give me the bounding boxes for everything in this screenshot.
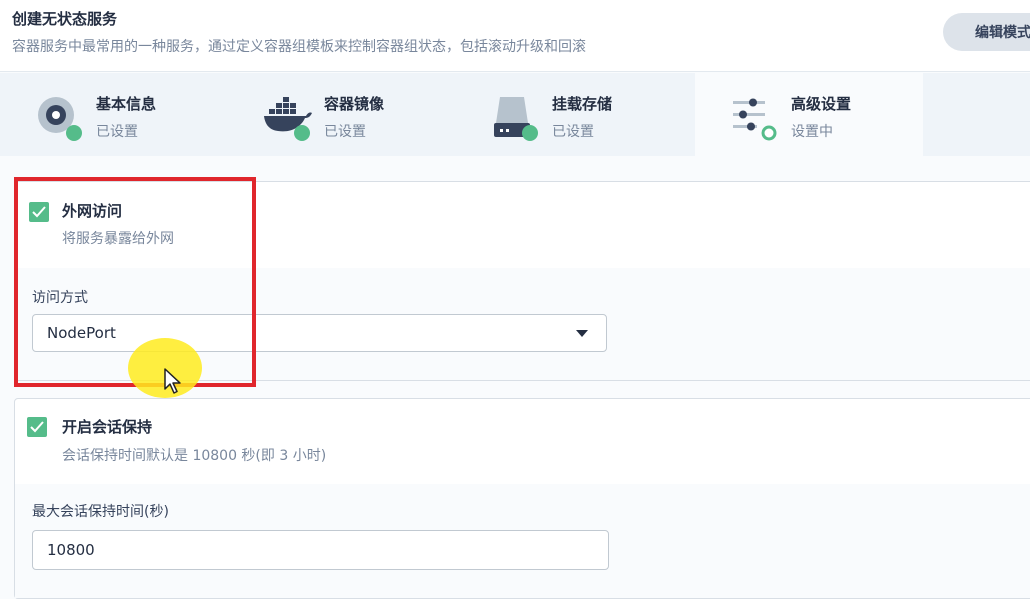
- step-title: 容器镜像: [324, 95, 385, 113]
- page-title: 创建无状态服务: [12, 10, 118, 28]
- step-title: 基本信息: [96, 95, 157, 113]
- storage-drive-icon: [492, 93, 540, 141]
- step-status: 已设置: [96, 124, 138, 140]
- step-status: 已设置: [552, 124, 594, 140]
- edit-mode-button[interactable]: 编辑模式: [943, 13, 1030, 51]
- step-advanced-settings[interactable]: 高级设置 设置中: [695, 73, 923, 156]
- page-header: 创建无状态服务 容器服务中最常用的一种服务，通过定义容器组模板来控制容器组状态，…: [0, 0, 1030, 72]
- step-title: 高级设置: [791, 95, 852, 113]
- max-session-time-input[interactable]: [32, 530, 609, 570]
- mouse-pointer-icon: [164, 368, 182, 398]
- session-affinity-card: 开启会话保持 会话保持时间默认是 10800 秒(即 3 小时) 最大会话保持时…: [14, 398, 1030, 599]
- step-title: 挂载存储: [552, 95, 613, 113]
- disk-icon: [36, 93, 84, 141]
- max-session-time-label: 最大会话保持时间(秒): [32, 504, 169, 520]
- page-description: 容器服务中最常用的一种服务，通过定义容器组模板来控制容器组状态，包括滚动升级和回…: [12, 39, 586, 55]
- sliders-icon: [731, 93, 779, 141]
- docker-whale-icon: [264, 93, 312, 141]
- step-status: 已设置: [324, 124, 366, 140]
- session-affinity-description: 会话保持时间默认是 10800 秒(即 3 小时): [62, 448, 327, 464]
- step-basic-info[interactable]: 基本信息 已设置: [0, 73, 228, 156]
- step-navigation: 基本信息 已设置 容器镜像 已设置 挂载存储 已设置 高级设置 设置中: [0, 73, 1030, 156]
- step-container-image[interactable]: 容器镜像 已设置: [228, 73, 456, 156]
- max-session-time-section: 最大会话保持时间(秒): [15, 484, 1030, 598]
- chevron-down-icon: [576, 330, 588, 337]
- step-status: 设置中: [791, 124, 833, 140]
- step-mount-storage[interactable]: 挂载存储 已设置: [456, 73, 684, 156]
- session-affinity-checkbox[interactable]: [27, 417, 47, 437]
- session-affinity-title: 开启会话保持: [62, 418, 153, 436]
